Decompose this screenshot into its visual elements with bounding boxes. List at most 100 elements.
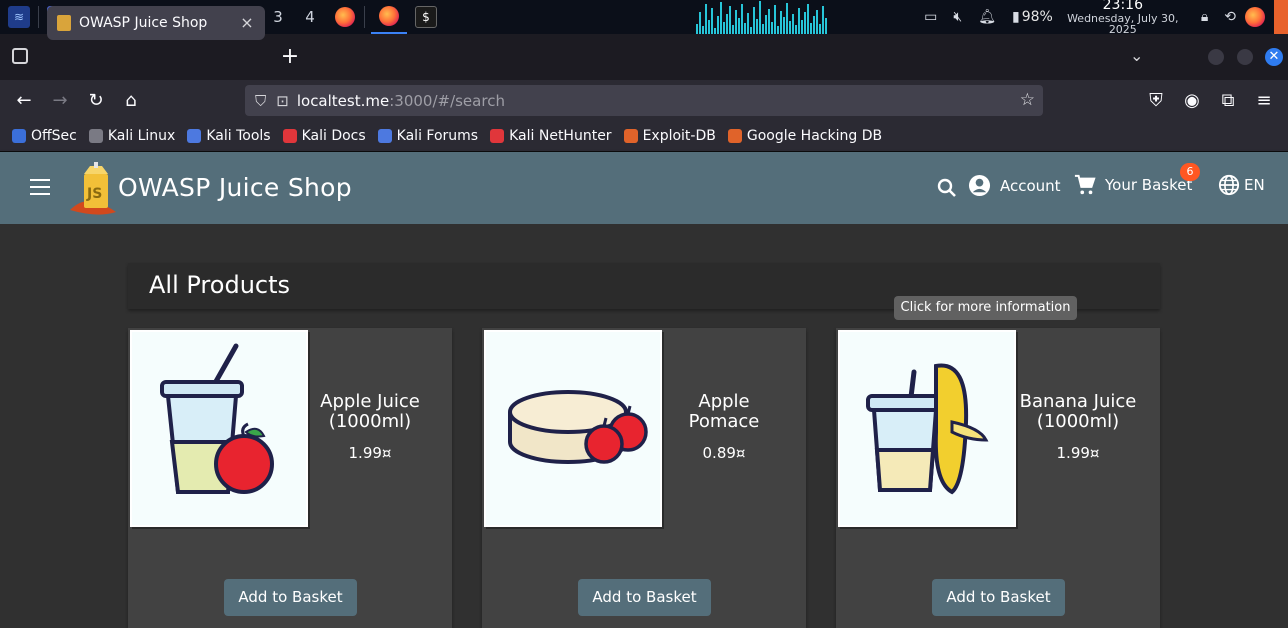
logout-icon[interactable]: ⟲ [1224,9,1236,25]
main-content: All Products Apple Juice (1000ml) 1.99¤ … [0,224,1288,628]
lock-icon[interactable]: 🔒︎ [1201,9,1208,25]
list-tabs-chevron-icon[interactable]: ⌄ [1130,46,1143,65]
volume-muted-icon[interactable]: 🔇︎ [953,9,962,25]
account-button[interactable]: Account [968,174,1061,197]
bookmark-kali-docs[interactable]: Kali Docs [282,128,366,144]
url-host: localtest.me [296,91,390,110]
bookmark-label: Kali Forums [396,127,479,144]
battery-icon[interactable]: ▮ [1012,9,1020,25]
basket-button[interactable]: Your Basket [1074,174,1192,196]
kali-menu-icon[interactable]: ≋ [8,6,30,28]
account-label: Account [1000,176,1061,195]
pocket-icon[interactable]: ⛨ [1144,88,1168,112]
bookmark-star-icon[interactable]: ☆ [1020,90,1035,110]
bookmark-kali-nethunter[interactable]: Kali NetHunter [490,127,612,144]
product-price: 1.99¤ [1056,444,1100,462]
extensions-icon[interactable]: ⧉ [1216,88,1240,112]
account-circle-icon [968,174,991,197]
page-heading: All Products [149,271,291,299]
product-price: 1.99¤ [348,444,392,462]
product-name-line1: Apple [698,391,750,412]
system-tray: ▭ 🔇︎ 🔔︎ ▮ 98% 23:16 Wednesday, July 30, … [916,0,1288,36]
nethunter-icon [490,128,505,143]
kali-tools-icon [187,128,202,143]
bookmark-label: OffSec [31,127,77,144]
sidenav-menu-icon[interactable] [30,179,50,195]
add-to-basket-button[interactable]: Add to Basket [932,579,1065,616]
clock-date: Wednesday, July 30, 2025 [1067,11,1179,37]
clock-time: 23:16 [1102,0,1143,14]
close-window-button[interactable]: ✕ [1265,48,1283,66]
bookmark-label: Kali Tools [206,127,271,144]
product-name: Banana Juice (1000ml) [1018,392,1138,432]
minimize-window-button[interactable] [1208,49,1224,65]
url-path: :3000/#/search [389,91,505,110]
juice-shop-toolbar: JS OWASP Juice Shop Account Your Basket … [0,152,1288,224]
workspace-3[interactable]: 3 [262,0,294,34]
product-card-banana-juice[interactable]: Banana Juice (1000ml) 1.99¤ Add to Baske… [836,328,1160,628]
add-to-basket-button[interactable]: Add to Basket [578,579,711,616]
search-icon[interactable] [936,177,958,199]
app-menu-icon[interactable]: ≡ [1252,88,1276,112]
product-name: Apple Pomace [664,392,784,432]
bookmark-offsec[interactable]: OffSec [12,128,77,144]
product-card-apple-pomace[interactable]: Apple Pomace 0.89¤ Add to Basket [482,328,806,628]
svg-text:JS: JS [86,186,102,202]
back-arrow-icon[interactable]: ← [12,88,36,112]
taskbar-separator [38,6,39,28]
app-title[interactable]: OWASP Juice Shop [118,173,352,202]
home-icon[interactable]: ⌂ [119,88,143,112]
bookmark-label: Kali Linux [107,127,176,144]
forward-arrow-icon[interactable]: → [48,88,72,112]
browser-tab-bar [0,34,1288,80]
language-button[interactable]: EN [1218,174,1265,196]
account-circle-icon[interactable]: ◉ [1180,88,1204,112]
language-label: EN [1244,176,1265,194]
audio-visualizer [696,0,830,34]
product-name: Apple Juice (1000ml) [310,392,430,432]
firefox-launcher-icon[interactable] [334,6,356,28]
maximize-window-button[interactable] [1237,49,1253,65]
close-tab-icon[interactable]: × [237,12,257,32]
battery-percentage: 98% [1021,9,1053,25]
kali-forums-icon [377,128,392,143]
bookmark-label: Kali NetHunter [509,127,612,144]
product-name-line1: Apple Juice [320,391,420,412]
reload-icon[interactable]: ↻ [84,88,108,112]
firefox-tray-icon[interactable] [1244,6,1266,28]
product-name-line2: (1000ml) [328,411,412,432]
bookmark-kali-forums[interactable]: Kali Forums [377,127,479,144]
bookmark-exploit-db[interactable]: Exploit-DB [623,128,716,144]
product-card-apple-juice[interactable]: Apple Juice (1000ml) 1.99¤ Add to Basket [128,328,452,628]
bookmark-kali-linux[interactable]: Kali Linux [88,127,176,144]
workspace-4[interactable]: 4 [294,0,326,34]
bookmark-google-hacking-db[interactable]: Google Hacking DB [727,128,882,144]
tray-edge-icon[interactable] [1274,0,1288,34]
product-image-banana-juice[interactable] [838,330,1016,527]
juice-shop-favicon-icon [57,15,71,31]
basket-count-badge: 6 [1180,163,1200,181]
product-name-line2: (1000ml) [1036,411,1120,432]
site-info-lock-icon[interactable]: ⊡ [276,92,289,110]
add-to-basket-button[interactable]: Add to Basket [224,579,357,616]
product-name-line1: Banana Juice [1019,391,1137,412]
offsec-icon [12,128,26,143]
bookmark-kali-tools[interactable]: Kali Tools [187,127,271,144]
url-bar[interactable]: ⛉ ⊡ localtest.me:3000/#/search ☆ [245,85,1043,116]
juice-shop-logo-icon[interactable]: JS [68,162,120,216]
tab-groups-icon[interactable] [12,48,28,64]
terminal-window-button[interactable]: $ [415,6,437,28]
product-image-apple-juice[interactable] [130,330,308,527]
kali-dragon-icon [88,128,103,143]
tracking-shield-icon[interactable]: ⛉ [255,92,266,110]
clock[interactable]: 23:16 Wednesday, July 30, 2025 [1053,0,1193,36]
display-icon[interactable]: ▭ [924,9,937,25]
tab-owasp-juice-shop[interactable]: OWASP Juice Shop × [47,6,265,40]
product-image-apple-pomace[interactable] [484,330,662,527]
taskbar-separator [364,6,365,28]
new-tab-button[interactable]: + [279,44,301,70]
shopping-cart-icon [1074,174,1096,195]
notification-bell-icon[interactable]: 🔔︎ [978,9,996,25]
exploit-db-icon [623,128,638,143]
firefox-window-button[interactable] [371,0,407,34]
